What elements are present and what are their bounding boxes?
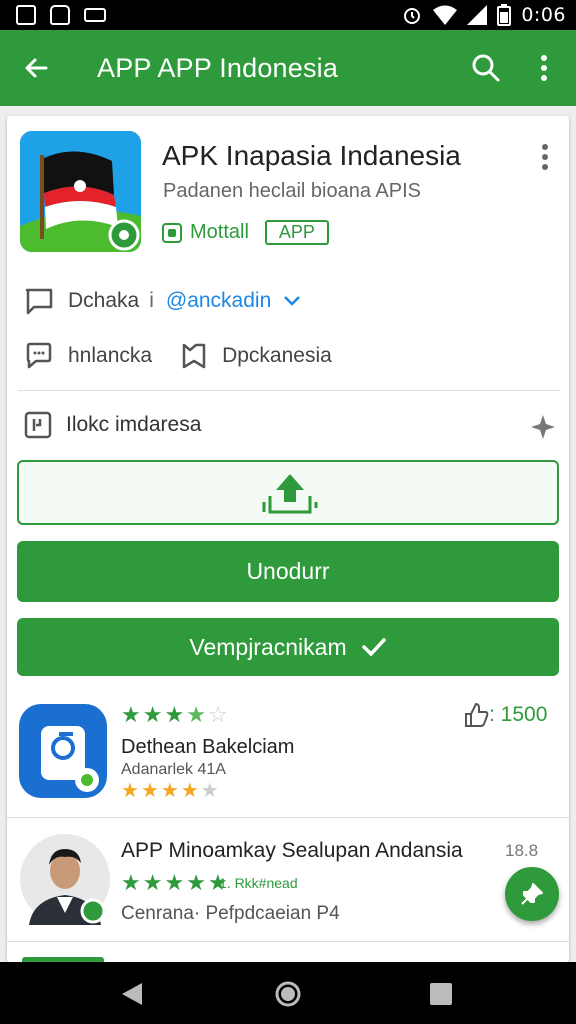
list-item-title: Dethean Bakelciam	[121, 736, 295, 758]
app-subtitle: Padanen heclail bioana APIS	[163, 180, 421, 202]
notification-icon	[16, 5, 36, 25]
app-icon	[20, 131, 141, 252]
star-empty-icon: ★	[200, 780, 219, 802]
badge-pill: APP	[264, 220, 329, 245]
meta-left-label: hnlancka	[68, 344, 153, 367]
developer-label: Dchaka	[68, 289, 140, 312]
upload-icon	[262, 474, 318, 514]
list-item[interactable]: APP Minoamkay Sealupan Andansia 18.8 ★ ★…	[7, 819, 569, 942]
secondary-action-button[interactable]: Vempjracnikam	[17, 618, 559, 676]
wifi-icon	[433, 5, 458, 25]
primary-action-label: Unodurr	[246, 558, 330, 584]
star-icon: ★	[186, 870, 206, 895]
rating-stars: ★ ★ ★ ★ ★	[121, 872, 228, 894]
secondary-action-label: Vempjracnikam	[189, 633, 347, 660]
list-item-subtitle: Adanarlek 41A	[121, 761, 226, 778]
star-icon: ★	[121, 780, 139, 802]
share-button[interactable]	[17, 460, 559, 525]
android-icon	[50, 5, 70, 25]
tag-icon	[24, 411, 52, 439]
avatar	[20, 834, 110, 925]
likes-label: : 1500	[489, 703, 548, 726]
star-icon: ★	[160, 780, 179, 802]
info-row-developer: Dchaka i @anckadin	[24, 287, 315, 315]
chat-icon	[25, 288, 53, 315]
section-label: Ilokc imdaresa	[66, 413, 202, 436]
screen-icon	[84, 8, 106, 22]
star-icon: ★	[142, 702, 163, 727]
top-rating-stars: ★ ★ ★ ★ ☆	[121, 704, 228, 726]
star-icon: ★	[186, 702, 206, 727]
app-bar: APP APP Indonesia	[0, 30, 576, 106]
star-icon: ★	[140, 780, 159, 802]
more-vert-icon[interactable]	[532, 52, 556, 84]
list-app-icon	[19, 704, 107, 798]
info-row-meta: hnlancka Dpckanesia	[24, 342, 332, 370]
thumbs-up-icon	[465, 702, 489, 727]
chevron-down-icon[interactable]	[283, 294, 301, 308]
info-separator: i	[149, 289, 154, 312]
system-nav-bar	[0, 962, 576, 1024]
star-icon: ★	[121, 870, 141, 895]
star-icon: ★	[164, 702, 185, 727]
star-icon: ★	[121, 702, 141, 727]
list-item-extra: 1. Rkk#nead	[219, 875, 298, 891]
star-icon: ★	[164, 870, 185, 895]
badge-label: Mottall	[190, 221, 249, 243]
app-name: APK Inapasia Indanesia	[162, 140, 461, 171]
status-bar: 0:06	[0, 0, 576, 30]
badge-row: Mottall APP	[162, 220, 329, 245]
comment-icon	[26, 342, 52, 369]
list-item-subtitle: Cenrana· Pefpdcaeian P4	[121, 903, 340, 924]
battery-icon	[497, 4, 512, 26]
nav-home-icon[interactable]	[275, 981, 301, 1007]
list-item-count: 18.8	[505, 841, 539, 860]
divider	[18, 390, 560, 391]
likes-count: : 1500	[463, 702, 547, 728]
section-row: Ilokc imdaresa	[24, 411, 201, 439]
pin-icon	[521, 883, 543, 905]
check-icon	[361, 638, 386, 657]
meta-right-label: Dpckanesia	[222, 344, 332, 367]
list-item-title: APP Minoamkay Sealupan Andansia	[121, 839, 463, 862]
bookmark-icon	[182, 343, 206, 369]
nav-back-icon[interactable]	[120, 981, 144, 1007]
back-arrow-icon[interactable]	[20, 52, 52, 84]
app-bar-title: APP APP Indonesia	[97, 53, 339, 83]
bottom-rating-stars: ★ ★ ★ ★ ★	[121, 780, 219, 802]
search-icon[interactable]	[470, 52, 502, 84]
nav-recents-icon[interactable]	[430, 983, 452, 1005]
verified-icon	[162, 222, 182, 243]
star-icon: ★	[142, 870, 163, 895]
primary-action-button[interactable]: Unodurr	[17, 541, 559, 602]
status-time: 0:06	[521, 4, 566, 26]
card-more-icon[interactable]	[535, 143, 555, 171]
floating-action-button[interactable]	[505, 867, 559, 921]
alarm-icon	[404, 8, 421, 24]
star-empty-icon: ☆	[207, 702, 228, 727]
sparkle-icon[interactable]	[529, 413, 557, 441]
developer-link[interactable]: @anckadin	[166, 289, 271, 313]
list-item[interactable]: ★ ★ ★ ★ ☆ : 1500 Dethean Bakelciam Adana…	[7, 690, 569, 818]
star-icon: ★	[180, 780, 199, 802]
signal-icon	[467, 5, 488, 25]
